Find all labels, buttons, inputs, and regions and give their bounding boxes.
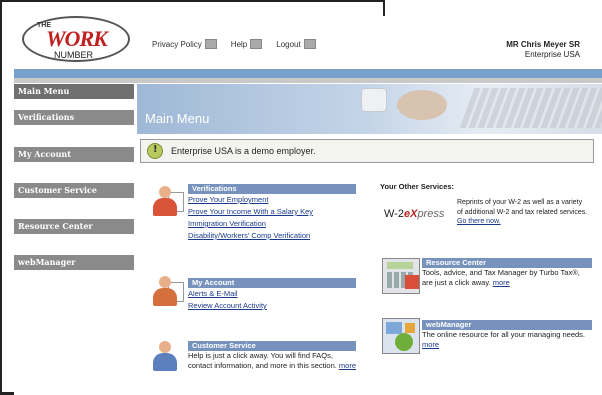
my-account-header[interactable]: My Account: [188, 278, 356, 288]
help-arrow-icon: [250, 39, 263, 49]
cup-image: [361, 88, 387, 112]
page-title: Main Menu: [145, 111, 210, 126]
sidebar-item-verifications[interactable]: Verifications: [14, 110, 134, 125]
webmanager-text: The online resource for all your managin…: [422, 330, 592, 350]
sidebar-item-resource-center[interactable]: Resource Center: [14, 219, 134, 234]
other-services: Your Other Services: W-2eXpress Reprints…: [380, 182, 592, 225]
w2-express-desc: Reprints of your W-2 as well as a variet…: [457, 198, 589, 227]
logo-work: WORK: [46, 26, 108, 51]
customer-service-section: Customer Service Help is just a click aw…: [188, 341, 356, 371]
divider: [0, 0, 385, 2]
prove-employment-link[interactable]: Prove Your Employment: [188, 194, 356, 206]
w2-press: press: [417, 208, 445, 220]
privacy-policy-label: Privacy Policy: [152, 39, 202, 49]
user-company: Enterprise USA: [524, 50, 580, 59]
resource-center-section: Resource Center Tools, advice, and Tax M…: [422, 258, 592, 288]
review-activity-link[interactable]: Review Account Activity: [188, 300, 356, 312]
verifications-section: Verifications Prove Your Employment Prov…: [188, 184, 356, 242]
resource-center-text: Tools, advice, and Tax Manager by Turbo …: [422, 268, 592, 288]
my-account-section: My Account Alerts & E-Mail Review Accoun…: [188, 278, 356, 312]
page-banner: Main Menu: [137, 84, 602, 134]
demo-notice: Enterprise USA is a demo employer.: [140, 139, 594, 163]
sidebar-item-main-menu[interactable]: Main Menu: [14, 84, 134, 99]
logo-number: NUMBER: [54, 50, 94, 60]
work-number-logo[interactable]: THE WORK NUMBER: [22, 16, 130, 64]
notice-text: Enterprise USA is a demo employer.: [171, 146, 316, 156]
customer-service-header[interactable]: Customer Service: [188, 341, 356, 351]
info-icon: [147, 143, 163, 159]
immigration-verification-link[interactable]: Immigration Verification: [188, 218, 356, 230]
help-label: Help: [230, 39, 248, 49]
keyboard-image: [459, 88, 602, 128]
sidebar: Main Menu Verifications My Account Custo…: [14, 84, 134, 291]
hand-image: [397, 90, 447, 120]
help-link[interactable]: Help: [230, 39, 263, 49]
logout-label: Logout: [276, 39, 301, 49]
webmanager-icon: [382, 318, 420, 354]
user-name: MR Chris Meyer SR: [506, 40, 580, 49]
logout-arrow-icon: [303, 39, 316, 49]
sidebar-item-my-account[interactable]: My Account: [14, 147, 134, 162]
user-info: MR Chris Meyer SR Enterprise USA: [506, 40, 580, 60]
divider: [383, 0, 385, 16]
alerts-email-link[interactable]: Alerts & E-Mail: [188, 288, 356, 300]
calculator-icon: [382, 258, 420, 294]
resource-center-header[interactable]: Resource Center: [422, 258, 592, 268]
webmanager-more-link[interactable]: more: [422, 340, 439, 349]
top-nav: Privacy Policy Help Logout: [152, 39, 324, 49]
header-subband: [14, 78, 602, 83]
go-there-now-link[interactable]: Go there now.: [457, 218, 501, 225]
verifications-header[interactable]: Verifications: [188, 184, 356, 194]
w2-prefix: W-2: [384, 208, 404, 220]
sidebar-item-customer-service[interactable]: Customer Service: [14, 183, 134, 198]
prove-income-link[interactable]: Prove Your Income With a Salary Key: [188, 206, 356, 218]
webmanager-section: webManager The online resource for all y…: [422, 320, 592, 350]
webmanager-desc: The online resource for all your managin…: [422, 330, 586, 339]
resource-center-more-link[interactable]: more: [493, 278, 510, 287]
privacy-policy-link[interactable]: Privacy Policy: [152, 39, 217, 49]
customer-service-text: Help is just a click away. You will find…: [188, 351, 356, 371]
customer-service-more-link[interactable]: more: [339, 361, 356, 370]
other-services-title: Your Other Services:: [380, 182, 455, 191]
logout-link[interactable]: Logout: [276, 39, 316, 49]
webmanager-header[interactable]: webManager: [422, 320, 592, 330]
w2-desc-text: Reprints of your W-2 as well as a variet…: [457, 199, 588, 216]
customer-service-icon: [148, 339, 184, 375]
disability-verification-link[interactable]: Disability/Workers' Comp Verification: [188, 230, 356, 242]
customer-service-desc: Help is just a click away. You will find…: [188, 351, 337, 370]
privacy-arrow-icon: [204, 39, 217, 49]
verifications-icon: [148, 184, 184, 220]
sidebar-item-webmanager[interactable]: webManager: [14, 255, 134, 270]
w2-express-logo[interactable]: W-2eXpress: [384, 208, 444, 220]
header-band: [14, 69, 602, 78]
my-account-icon: [148, 274, 184, 310]
